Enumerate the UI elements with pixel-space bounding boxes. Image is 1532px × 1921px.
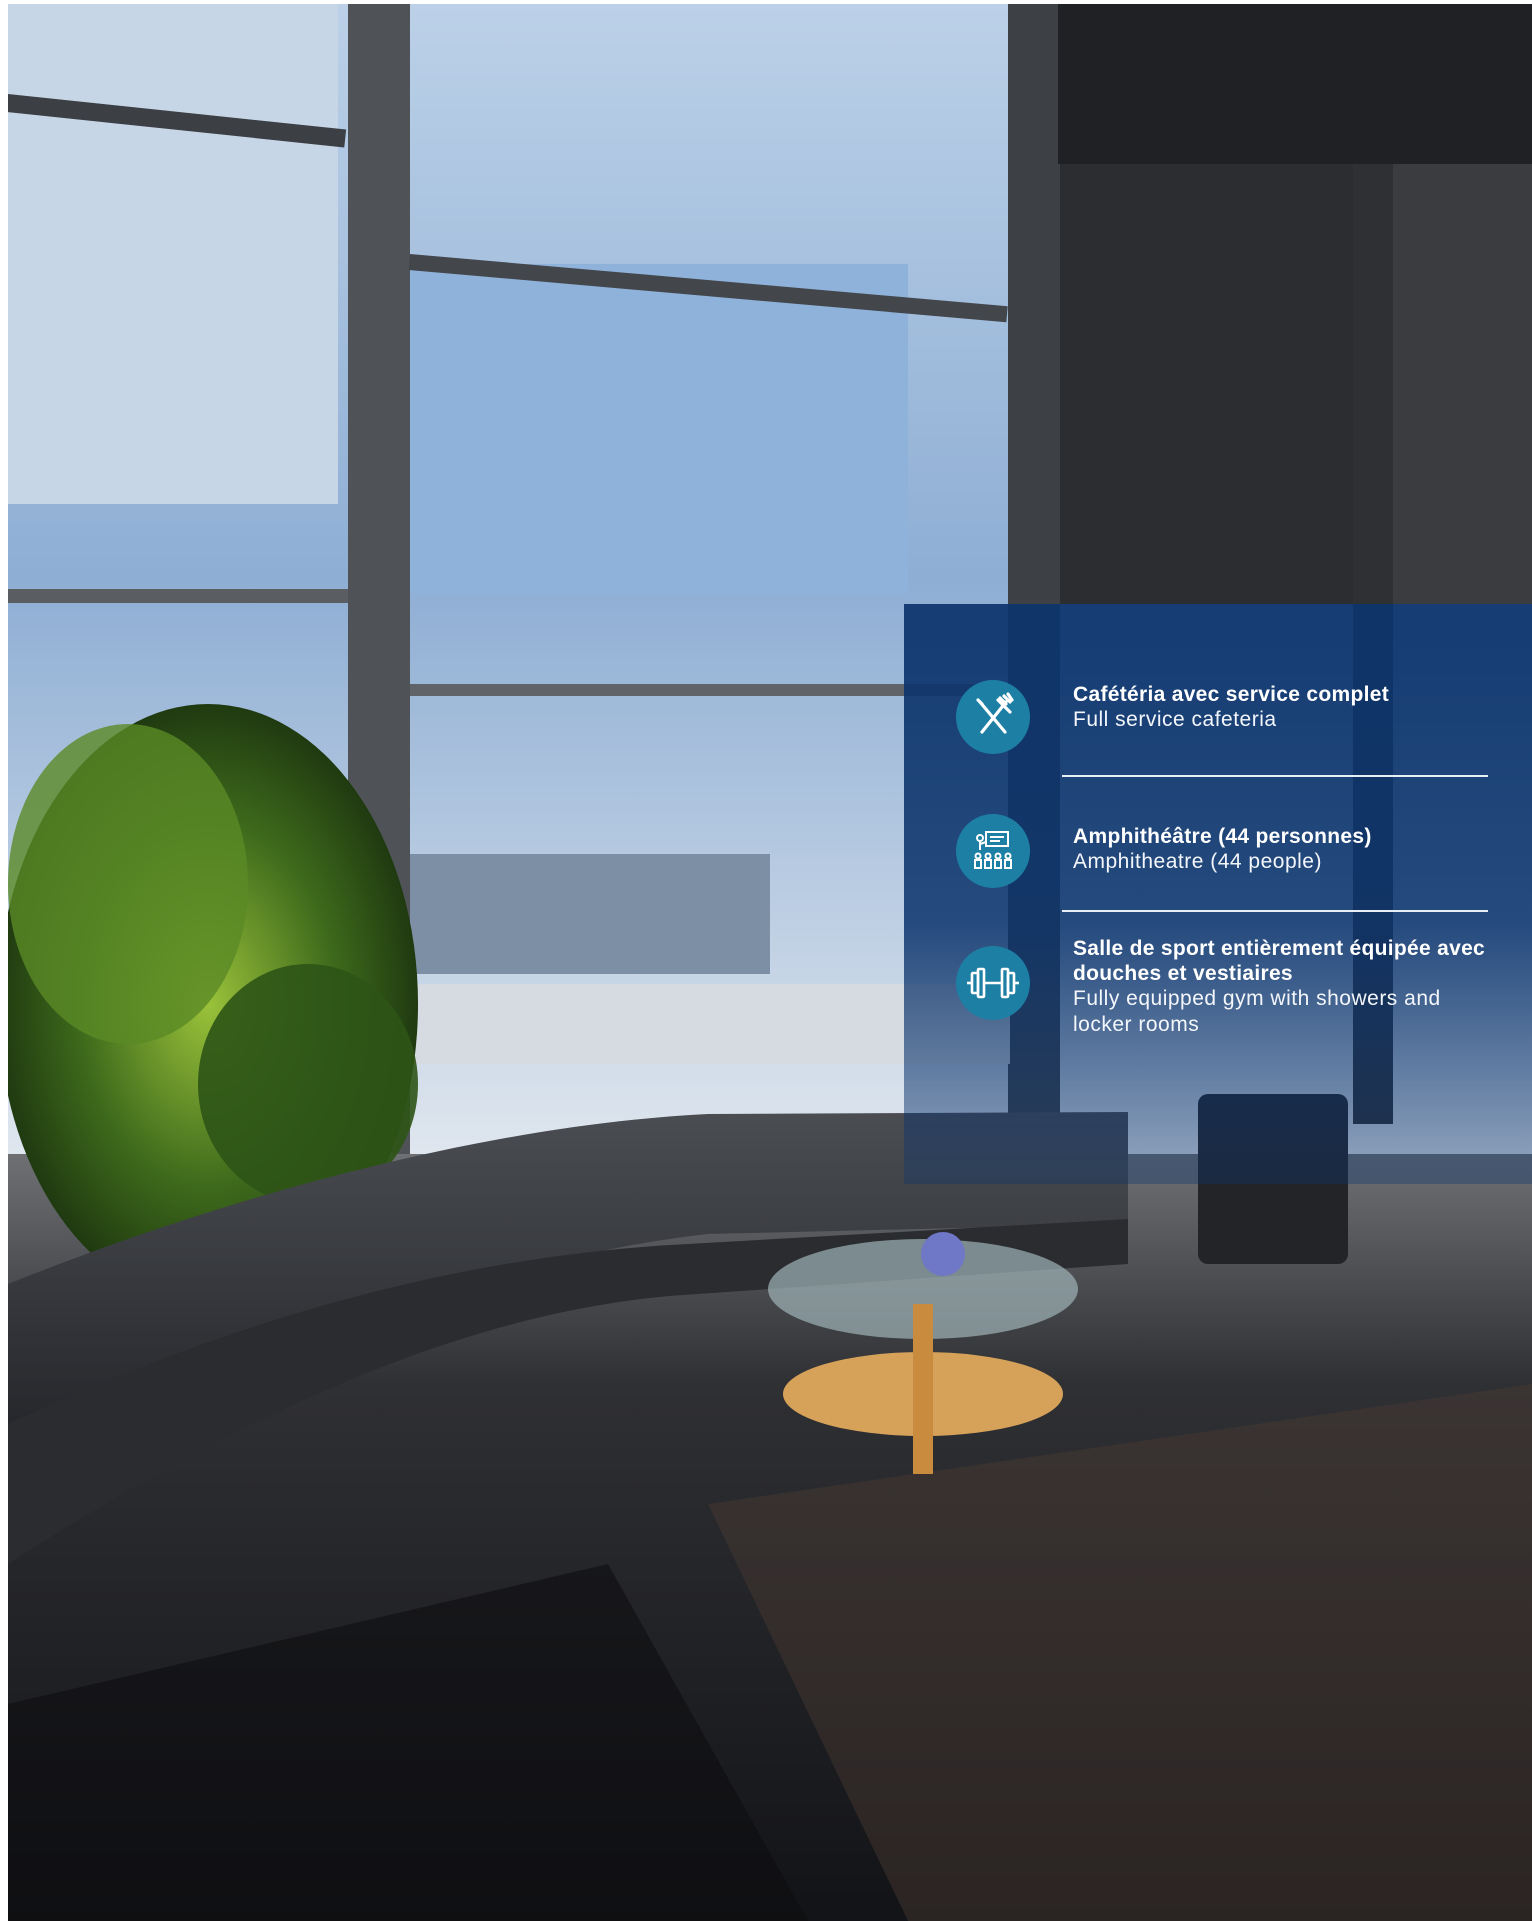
feature-title-en: Amphitheatre (44 people) bbox=[1073, 850, 1322, 873]
divider bbox=[1062, 910, 1488, 912]
feature-cafeteria: Cafétéria avec service complet Full serv… bbox=[904, 672, 1532, 762]
dumbbell-icon bbox=[956, 946, 1030, 1020]
feature-title-fr: Cafétéria avec service complet bbox=[1073, 683, 1390, 706]
feature-amphitheatre: Amphithéâtre (44 personnes) Amphitheatre… bbox=[904, 804, 1532, 894]
feature-text: Salle de sport entièrement équipée avec … bbox=[1073, 936, 1493, 1038]
feature-gym: Salle de sport entièrement équipée avec … bbox=[904, 924, 1532, 1064]
amenities-panel: Cafétéria avec service complet Full serv… bbox=[904, 604, 1532, 1184]
feature-text: Amphithéâtre (44 personnes) Amphitheatre… bbox=[1073, 824, 1493, 875]
divider bbox=[1062, 775, 1488, 777]
utensils-icon bbox=[956, 680, 1030, 754]
feature-title-en: Fully equipped gym with showers and lock… bbox=[1073, 987, 1441, 1036]
feature-title-fr: Salle de sport entièrement équipée avec … bbox=[1073, 937, 1486, 985]
amphitheatre-icon bbox=[956, 814, 1030, 888]
feature-title-fr: Amphithéâtre (44 personnes) bbox=[1073, 825, 1372, 848]
feature-title-en: Full service cafeteria bbox=[1073, 708, 1277, 731]
feature-text: Cafétéria avec service complet Full serv… bbox=[1073, 682, 1493, 733]
